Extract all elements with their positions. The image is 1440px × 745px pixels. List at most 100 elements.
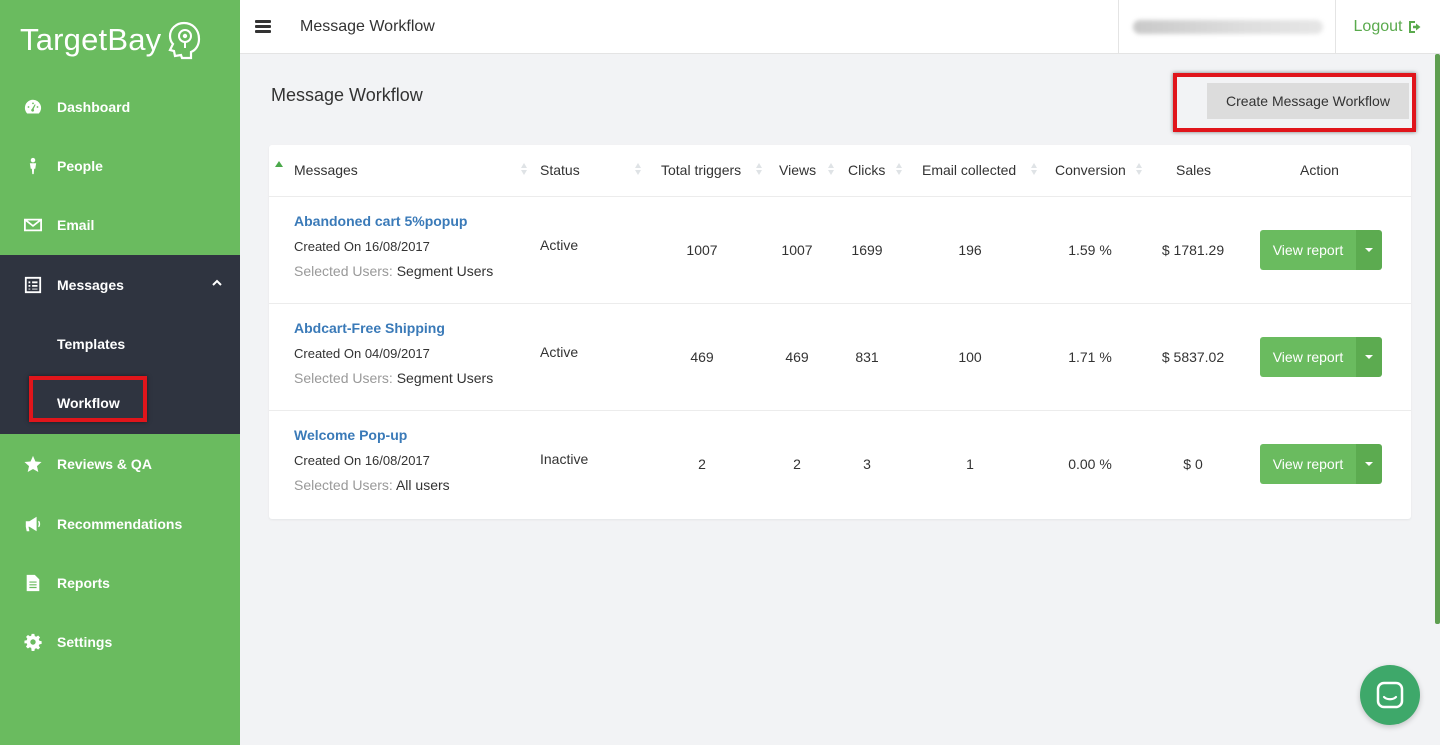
- sidebar-item-reports[interactable]: Reports: [0, 553, 240, 612]
- sidebar-item-label: Dashboard: [57, 98, 131, 115]
- logo-head-icon: [168, 21, 201, 60]
- column-header-total-triggers[interactable]: Total triggers: [661, 162, 741, 178]
- conversion-value: 1.59 %: [1068, 242, 1112, 258]
- conversion-value: 1.71 %: [1068, 349, 1112, 365]
- column-header-sales: Sales: [1176, 162, 1212, 178]
- logout-label: Logout: [1353, 18, 1403, 35]
- views-value: 2: [793, 456, 801, 472]
- dashboard-gauge-icon: [22, 96, 44, 118]
- sidebar-item-label: Reports: [57, 574, 110, 591]
- status-text: Active: [540, 344, 579, 360]
- sidebar-item-settings[interactable]: Settings: [0, 612, 240, 671]
- column-header-conversion[interactable]: Conversion: [1055, 162, 1126, 178]
- sort-icon[interactable]: [521, 163, 528, 177]
- message-name-link[interactable]: Abandoned cart 5%popup: [294, 213, 467, 229]
- caret-down-icon: [1365, 355, 1373, 359]
- submenu-item-label: Templates: [57, 335, 126, 352]
- selected-users: Selected Users: Segment Users: [294, 370, 493, 386]
- submenu-item-workflow[interactable]: Workflow: [0, 373, 240, 433]
- sort-icon[interactable]: [1031, 163, 1038, 177]
- sidebar-item-people[interactable]: People: [0, 136, 240, 195]
- person-icon: [22, 155, 44, 177]
- sidebar-item-dashboard[interactable]: Dashboard: [0, 77, 240, 136]
- logo[interactable]: TargetBay: [0, 0, 240, 80]
- column-header-action: Action: [1300, 162, 1339, 178]
- caret-down-icon: [1365, 462, 1373, 466]
- chat-bubble-icon: [1376, 681, 1404, 709]
- user-account-menu[interactable]: [1118, 0, 1336, 54]
- report-dropdown-toggle[interactable]: [1356, 337, 1382, 377]
- messages-submenu: Templates Workflow: [0, 314, 240, 434]
- create-message-workflow-button[interactable]: Create Message Workflow: [1207, 83, 1409, 119]
- selected-users-label: Selected Users:: [294, 263, 393, 279]
- total-triggers-value: 469: [690, 349, 714, 365]
- total-triggers-value: 2: [698, 456, 706, 472]
- sort-icon[interactable]: [635, 163, 642, 177]
- sort-icon[interactable]: [1136, 163, 1143, 177]
- view-report-button[interactable]: View report: [1260, 337, 1356, 377]
- messages-list-icon: [22, 274, 44, 296]
- clicks-value: 831: [855, 349, 879, 365]
- sidebar-item-recommendations[interactable]: Recommendations: [0, 494, 240, 553]
- table-header: Messages Status Total triggers Views Cli…: [269, 145, 1411, 197]
- sidebar-item-messages[interactable]: Messages: [0, 255, 240, 314]
- topbar: Message Workflow Logout: [240, 0, 1440, 54]
- sidebar-item-label: Email: [57, 216, 95, 233]
- column-header-clicks[interactable]: Clicks: [848, 162, 885, 178]
- logo-text: TargetBay: [20, 22, 162, 57]
- view-report-split-button: View report: [1260, 230, 1382, 270]
- selected-users-label: Selected Users:: [294, 477, 393, 493]
- views-value: 469: [785, 349, 809, 365]
- blurred-account-name: [1133, 20, 1323, 34]
- table-row: Abandoned cart 5%popup Created On 16/08/…: [269, 197, 1411, 304]
- selected-users: Selected Users: All users: [294, 477, 450, 493]
- total-triggers-value: 1007: [686, 242, 718, 258]
- selected-users-value: Segment Users: [396, 370, 494, 386]
- report-dropdown-toggle[interactable]: [1356, 230, 1382, 270]
- view-report-button[interactable]: View report: [1260, 444, 1356, 484]
- chevron-up-icon: [212, 279, 222, 286]
- submenu-item-templates[interactable]: Templates: [0, 314, 240, 373]
- column-header-views[interactable]: Views: [779, 162, 816, 178]
- selected-users: Selected Users: Segment Users: [294, 263, 493, 279]
- created-date: Created On 16/08/2017: [294, 453, 430, 468]
- sign-out-icon: [1409, 21, 1421, 33]
- envelope-icon: [22, 214, 44, 236]
- sidebar-item-label: Messages: [57, 276, 124, 293]
- sort-asc-icon[interactable]: [275, 161, 283, 167]
- sidebar-item-email[interactable]: Email: [0, 195, 240, 254]
- views-value: 1007: [781, 242, 813, 258]
- column-header-email-collected[interactable]: Email collected: [922, 162, 1016, 178]
- message-name-link[interactable]: Abdcart-Free Shipping: [294, 320, 445, 336]
- sidebar-item-reviews[interactable]: Reviews & QA: [0, 434, 240, 493]
- column-header-messages[interactable]: Messages: [294, 162, 358, 178]
- sidebar-item-label: Settings: [57, 633, 113, 650]
- created-date: Created On 04/09/2017: [294, 346, 430, 361]
- report-dropdown-toggle[interactable]: [1356, 444, 1382, 484]
- star-icon: [22, 453, 44, 475]
- sales-value: $ 5837.02: [1161, 349, 1225, 365]
- created-date: Created On 16/08/2017: [294, 239, 430, 254]
- email-collected-value: 1: [966, 456, 974, 472]
- hamburger-menu-icon[interactable]: [255, 20, 271, 33]
- view-report-split-button: View report: [1260, 444, 1382, 484]
- chat-widget-button[interactable]: [1360, 665, 1420, 725]
- file-icon: [22, 572, 44, 594]
- workflow-table: Messages Status Total triggers Views Cli…: [269, 145, 1411, 519]
- sidebar-item-label: Recommendations: [57, 515, 183, 532]
- logout-link[interactable]: Logout: [1336, 0, 1440, 54]
- view-report-split-button: View report: [1260, 337, 1382, 377]
- page-title: Message Workflow: [271, 85, 423, 105]
- clicks-value: 3: [863, 456, 871, 472]
- column-header-status[interactable]: Status: [540, 162, 580, 178]
- sort-icon[interactable]: [896, 163, 903, 177]
- view-report-button[interactable]: View report: [1260, 230, 1356, 270]
- table-row: Abdcart-Free Shipping Created On 04/09/2…: [269, 304, 1411, 411]
- page-scrollbar[interactable]: [1435, 54, 1440, 624]
- sort-icon[interactable]: [828, 163, 835, 177]
- megaphone-icon: [22, 513, 44, 535]
- sort-icon[interactable]: [756, 163, 763, 177]
- message-name-link[interactable]: Welcome Pop-up: [294, 427, 407, 443]
- sidebar-item-label: Reviews & QA: [57, 455, 152, 472]
- sales-value: $ 1781.29: [1161, 242, 1225, 258]
